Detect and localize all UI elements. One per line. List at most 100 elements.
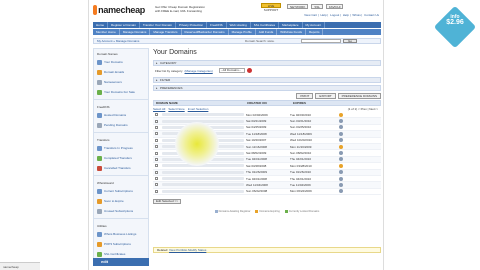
row-checkbox[interactable] <box>155 157 158 161</box>
row-checkbox[interactable] <box>155 170 158 174</box>
edit-selected-button[interactable]: Edit Selected >> <box>153 198 182 204</box>
export-button[interactable]: EXPORT <box>315 93 336 99</box>
sidebar-item-transfers-completed[interactable]: Completed Transfers <box>94 153 148 163</box>
select-none-link[interactable]: Select None <box>168 107 184 111</box>
shield-icon <box>97 198 102 204</box>
top-link-help-2[interactable]: Help <box>343 13 349 17</box>
nav-privacy[interactable]: Privacy Protection <box>176 22 208 28</box>
domain-name-cell[interactable] <box>162 113 244 117</box>
sidebar-item-unused-subs[interactable]: Unused Subscriptions <box>94 206 148 216</box>
select-all-link[interactable]: Select All <box>153 107 165 111</box>
domain-name-cell[interactable] <box>162 177 244 181</box>
namecheap-logo[interactable]: namecheap <box>93 4 145 16</box>
subnav-member-home[interactable]: Member Home <box>93 29 120 35</box>
bottom-tab[interactable]: namecheap <box>0 262 40 270</box>
nav-home[interactable]: Home <box>93 22 109 28</box>
subnav-reserved[interactable]: Reserved/Backorder Domains <box>182 29 229 35</box>
domain-search-button[interactable]: Go <box>343 39 357 43</box>
renew-icon[interactable] <box>339 131 343 136</box>
subnav-reports[interactable]: Reports <box>306 29 324 35</box>
related-link[interactable]: View Portfolio Modify Status <box>169 248 206 252</box>
renew-icon[interactable] <box>339 157 343 162</box>
sidebar-item-pending-domains[interactable]: Pending Domains <box>94 120 148 130</box>
section-filter[interactable]: FILTER <box>153 77 381 83</box>
live-support-button[interactable]: LIVE SUPPORT <box>261 3 281 12</box>
renew-icon[interactable] <box>339 119 343 124</box>
invert-selection-link[interactable]: Invert Selection <box>188 107 209 111</box>
renew-icon[interactable] <box>339 138 343 143</box>
print-button[interactable]: PRINT <box>296 93 314 99</box>
sidebar-item-domain-emails[interactable]: Domain Emails <box>94 67 148 77</box>
sidebar-item-soon-expire[interactable]: Soon to Expire <box>94 196 148 206</box>
col-created-on[interactable]: CREATED ON <box>245 101 291 105</box>
preference-domains-button[interactable]: PREFERENCE DOMAINS <box>337 93 381 99</box>
sidebar-item-hosted-domains[interactable]: Hosted Domains <box>94 110 148 120</box>
nav-my-account[interactable]: My Account <box>303 22 326 28</box>
go-icon[interactable] <box>246 68 252 73</box>
sidebar-item-whois-listings[interactable]: Whois Business Listings <box>94 229 148 239</box>
renew-icon[interactable] <box>339 176 343 181</box>
top-link-help[interactable]: Help <box>320 13 326 17</box>
subnav-withdraw[interactable]: Withdraw Funds <box>277 29 306 35</box>
sidebar-item-transfers-cancelled[interactable]: Cancelled Transfers <box>94 163 148 173</box>
section-category[interactable]: CATEGORY <box>153 60 381 66</box>
row-checkbox[interactable] <box>155 164 158 168</box>
row-checkbox[interactable] <box>155 177 158 181</box>
nav-register[interactable]: Register a Domain <box>108 22 140 28</box>
category-select[interactable]: --All Domains-- <box>218 68 245 73</box>
table-row[interactable]: Sun 06/22/2008 Mon 06/22/2009 <box>153 189 381 196</box>
manage-categories-link[interactable]: (Manage Categories) <box>185 69 213 73</box>
sidebar-item-nameservers[interactable]: Nameservers <box>94 77 148 87</box>
nav-ssl[interactable]: SSL Certificates <box>251 22 280 28</box>
nav-freedns[interactable]: FreeDNS <box>207 22 227 28</box>
nav-transfer[interactable]: Transfer Your Domain <box>140 22 176 28</box>
header-badge-favichi[interactable]: FAVICHI <box>326 4 344 9</box>
subnav-add-funds[interactable]: Add Funds <box>256 29 278 35</box>
row-checkbox[interactable] <box>155 119 158 123</box>
sidebar-item-transfers-progress[interactable]: Transfers In Progress <box>94 143 148 153</box>
renew-icon[interactable] <box>339 125 343 130</box>
row-checkbox[interactable] <box>155 183 158 187</box>
nav-hosting[interactable]: Web Hosting <box>227 22 251 28</box>
renew-warning-icon[interactable] <box>339 144 343 149</box>
row-checkbox[interactable] <box>155 151 158 155</box>
col-domain-name[interactable]: DOMAIN NAME <box>154 101 245 105</box>
domain-name-cell[interactable] <box>162 183 244 187</box>
top-link-whois[interactable]: Whois <box>352 13 360 17</box>
subnav-manage-domains[interactable]: Manage Domains <box>120 29 151 35</box>
top-link-logout[interactable]: Logout <box>330 13 339 17</box>
row-checkbox[interactable] <box>155 138 158 142</box>
renew-warning-icon[interactable] <box>339 112 343 117</box>
renew-icon[interactable] <box>339 151 343 156</box>
subnav-manage-profile[interactable]: Manage Profile <box>229 29 256 35</box>
top-links: View Cart | Help | Logout | Help | Whois… <box>304 13 379 17</box>
col-expires[interactable]: EXPIRES <box>291 101 337 105</box>
section-preferences[interactable]: PREFERENCES <box>153 85 381 91</box>
row-checkbox[interactable] <box>155 113 158 117</box>
header-badge-ssl[interactable]: SSL <box>311 4 324 9</box>
sidebar-item-your-domains[interactable]: Your Domains <box>94 57 148 67</box>
sidebar-item-pop3[interactable]: POP3 Subscriptions <box>94 239 148 249</box>
pager[interactable]: (1 of 1) < Prev | Next > <box>348 107 378 111</box>
row-checkbox[interactable] <box>155 132 158 136</box>
row-checkbox[interactable] <box>155 145 158 149</box>
row-checkbox[interactable] <box>155 189 158 193</box>
sidebar-edit-bar[interactable]: edit <box>93 258 149 266</box>
sidebar-item-label: Your Domains For Sale <box>104 90 135 94</box>
row-checkbox[interactable] <box>155 125 158 129</box>
renew-icon[interactable] <box>339 182 343 187</box>
top-link-cart[interactable]: View Cart <box>304 13 317 17</box>
renew-warning-icon[interactable] <box>339 163 343 168</box>
page-title: Your Domains <box>153 49 197 56</box>
domain-name-cell[interactable] <box>162 170 244 174</box>
renew-icon[interactable] <box>339 170 343 175</box>
nav-marketplace[interactable]: Marketplace <box>279 22 303 28</box>
renew-icon[interactable] <box>339 189 343 194</box>
sidebar-item-for-sale[interactable]: Your Domains For Sale <box>94 87 148 97</box>
subnav-manage-transfers[interactable]: Manage Transfers <box>150 29 182 35</box>
domain-name-cell[interactable] <box>162 189 244 193</box>
header-badge-network[interactable]: NETWORK <box>287 4 309 9</box>
sidebar-item-current-subs[interactable]: Current Subscriptions <box>94 186 148 196</box>
domain-search-input[interactable] <box>301 39 341 43</box>
top-link-contact[interactable]: Contact Us <box>364 13 379 17</box>
